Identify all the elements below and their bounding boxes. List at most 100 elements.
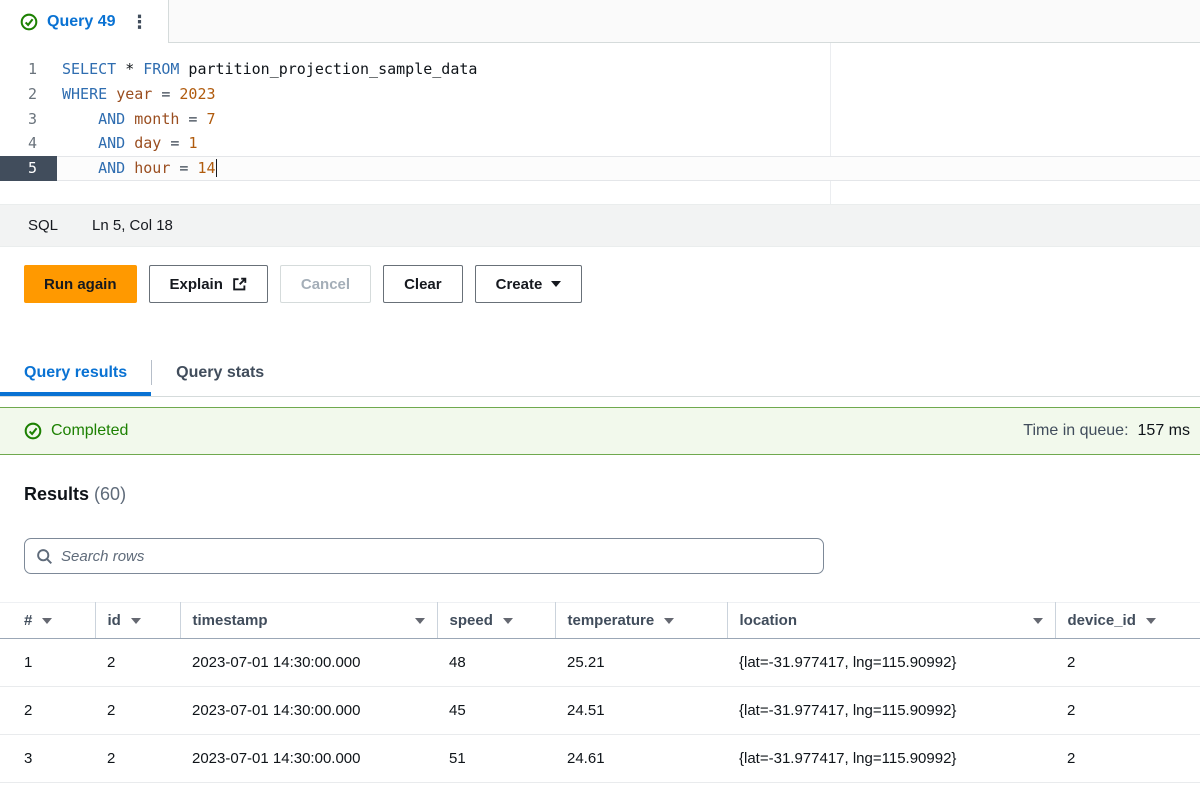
tab-query-results-label: Query results bbox=[24, 364, 127, 382]
table-row: 322023-07-01 14:30:00.0005124.61{lat=-31… bbox=[0, 735, 1200, 783]
cancel-button[interactable]: Cancel bbox=[280, 265, 371, 303]
table-cell: 25.21 bbox=[555, 639, 727, 687]
run-again-label: Run again bbox=[44, 276, 117, 293]
table-cell: 2023-07-01 14:30:00.000 bbox=[180, 639, 437, 687]
table-cell: {lat=-31.977417, lng=115.90992} bbox=[727, 639, 1055, 687]
code-text: AND month = 7 bbox=[57, 107, 216, 132]
column-filter-dropdown-icon[interactable] bbox=[1033, 618, 1043, 624]
table-cell: {lat=-31.977417, lng=115.90992} bbox=[727, 735, 1055, 783]
query-tab[interactable]: Query 49 ⋮ bbox=[0, 0, 169, 43]
column-header-label: # bbox=[24, 612, 32, 629]
table-cell: 24.51 bbox=[555, 687, 727, 735]
create-dropdown-button[interactable]: Create bbox=[475, 265, 583, 303]
line-number: 5 bbox=[0, 156, 57, 181]
clear-button[interactable]: Clear bbox=[383, 265, 463, 303]
queue-time-label: Time in queue: bbox=[1023, 422, 1128, 440]
search-icon bbox=[36, 548, 53, 565]
query-actions: Run again Explain Cancel Clear Create bbox=[0, 247, 1200, 303]
column-header-location: location bbox=[727, 603, 1055, 639]
column-header-label: location bbox=[740, 612, 798, 629]
clear-label: Clear bbox=[404, 276, 442, 293]
table-cell: 51 bbox=[437, 735, 555, 783]
code-line-2[interactable]: 2WHERE year = 2023 bbox=[0, 82, 1200, 107]
table-cell: 2 bbox=[95, 639, 180, 687]
queue-time: Time in queue: 157 ms bbox=[1023, 422, 1190, 440]
table-cell: 2023-07-01 14:30:00.000 bbox=[180, 735, 437, 783]
explain-label: Explain bbox=[170, 276, 223, 293]
caret-down-icon bbox=[551, 281, 561, 287]
check-circle-icon bbox=[20, 13, 38, 31]
column-filter-dropdown-icon[interactable] bbox=[503, 618, 513, 624]
tab-query-stats[interactable]: Query stats bbox=[152, 349, 288, 396]
table-cell: 48 bbox=[437, 639, 555, 687]
line-number: 2 bbox=[0, 82, 57, 107]
results-header-row: #idtimestampspeedtemperaturelocationdevi… bbox=[0, 603, 1200, 639]
explain-button[interactable]: Explain bbox=[149, 265, 268, 303]
code-line-4[interactable]: 4 AND day = 1 bbox=[0, 131, 1200, 156]
kebab-menu-icon[interactable]: ⋮ bbox=[124, 11, 154, 33]
table-cell: 2 bbox=[95, 687, 180, 735]
results-table: #idtimestampspeedtemperaturelocationdevi… bbox=[0, 602, 1200, 783]
code-text: WHERE year = 2023 bbox=[57, 82, 216, 107]
column-filter-dropdown-icon[interactable] bbox=[42, 618, 52, 624]
line-number: 3 bbox=[0, 107, 57, 132]
table-row: 222023-07-01 14:30:00.0004524.51{lat=-31… bbox=[0, 687, 1200, 735]
code-line-5[interactable]: 5 AND hour = 14 bbox=[0, 156, 1200, 181]
table-cell: 2 bbox=[1055, 687, 1200, 735]
external-link-icon bbox=[232, 277, 247, 292]
column-header-label: device_id bbox=[1068, 612, 1136, 629]
status-label: Completed bbox=[51, 422, 128, 440]
table-cell: 24.61 bbox=[555, 735, 727, 783]
cursor-position-label: Ln 5, Col 18 bbox=[92, 217, 173, 234]
table-cell: 3 bbox=[0, 735, 95, 783]
code-line-1[interactable]: 1SELECT * FROM partition_projection_samp… bbox=[0, 57, 1200, 82]
results-heading: Results (60) bbox=[24, 483, 1200, 505]
column-header-speed: speed bbox=[437, 603, 555, 639]
tab-query-results[interactable]: Query results bbox=[0, 349, 151, 396]
code-line-3[interactable]: 3 AND month = 7 bbox=[0, 107, 1200, 132]
table-cell: 2023-07-01 14:30:00.000 bbox=[180, 687, 437, 735]
column-header-label: speed bbox=[450, 612, 493, 629]
results-count: (60) bbox=[94, 484, 126, 504]
column-header-label: temperature bbox=[568, 612, 655, 629]
sql-editor[interactable]: 1SELECT * FROM partition_projection_samp… bbox=[0, 43, 1200, 205]
tab-query-stats-label: Query stats bbox=[176, 364, 264, 382]
table-cell: 2 bbox=[0, 687, 95, 735]
column-filter-dropdown-icon[interactable] bbox=[1146, 618, 1156, 624]
check-circle-icon bbox=[24, 422, 42, 440]
queue-time-value: 157 ms bbox=[1138, 422, 1190, 440]
run-again-button[interactable]: Run again bbox=[24, 265, 137, 303]
code-text: AND day = 1 bbox=[57, 131, 197, 156]
editor-statusbar: SQL Ln 5, Col 18 bbox=[0, 205, 1200, 247]
column-header-device_id: device_id bbox=[1055, 603, 1200, 639]
language-mode-label: SQL bbox=[28, 217, 58, 234]
table-cell: 2 bbox=[1055, 735, 1200, 783]
text-cursor bbox=[216, 159, 218, 177]
code-text: SELECT * FROM partition_projection_sampl… bbox=[57, 57, 477, 82]
column-filter-dropdown-icon[interactable] bbox=[415, 618, 425, 624]
table-cell: 45 bbox=[437, 687, 555, 735]
results-tabbar: Query results Query stats bbox=[0, 349, 1200, 397]
table-cell: 2 bbox=[95, 735, 180, 783]
create-label: Create bbox=[496, 276, 543, 293]
code-text: AND hour = 14 bbox=[57, 156, 217, 181]
status-banner-left: Completed bbox=[24, 422, 128, 440]
column-filter-dropdown-icon[interactable] bbox=[131, 618, 141, 624]
table-row: 122023-07-01 14:30:00.0004825.21{lat=-31… bbox=[0, 639, 1200, 687]
code-lines: 1SELECT * FROM partition_projection_samp… bbox=[0, 57, 1200, 181]
query-tab-strip: Query 49 ⋮ bbox=[0, 0, 1200, 43]
table-cell: 1 bbox=[0, 639, 95, 687]
column-header-row-number: # bbox=[0, 603, 95, 639]
column-filter-dropdown-icon[interactable] bbox=[664, 618, 674, 624]
search-rows-box bbox=[24, 538, 824, 574]
column-header-temperature: temperature bbox=[555, 603, 727, 639]
status-banner: Completed Time in queue: 157 ms bbox=[0, 407, 1200, 455]
query-tab-title: Query 49 bbox=[47, 13, 115, 31]
table-cell: {lat=-31.977417, lng=115.90992} bbox=[727, 687, 1055, 735]
search-rows-input[interactable] bbox=[61, 548, 812, 565]
table-cell: 2 bbox=[1055, 639, 1200, 687]
results-title: Results bbox=[24, 484, 89, 504]
column-header-label: timestamp bbox=[193, 612, 268, 629]
line-number: 4 bbox=[0, 131, 57, 156]
column-header-timestamp: timestamp bbox=[180, 603, 437, 639]
